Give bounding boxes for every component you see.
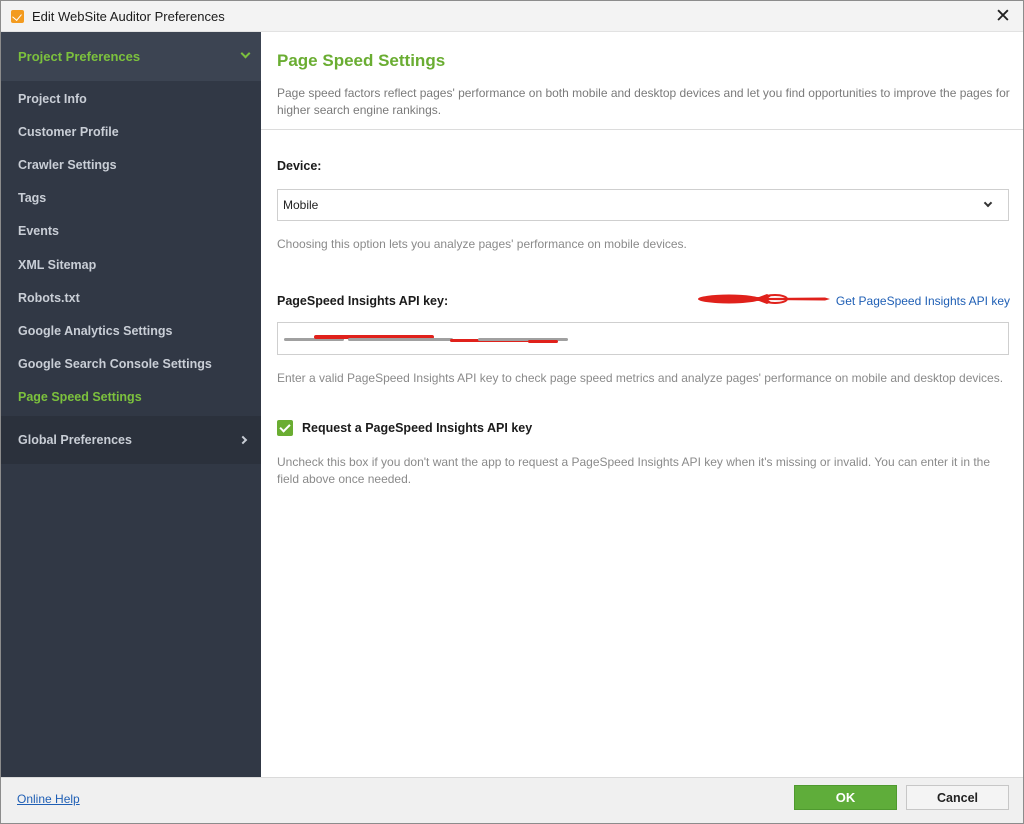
settings-panel: Page Speed Settings Page speed factors r… <box>261 32 1023 777</box>
redaction-mark <box>528 340 558 343</box>
sidebar-item-robots-txt[interactable]: Robots.txt <box>1 281 261 314</box>
device-label: Device: <box>277 159 322 173</box>
api-key-hint: Enter a valid PageSpeed Insights API key… <box>277 371 1004 385</box>
sidebar-item-crawler-settings[interactable]: Crawler Settings <box>1 148 261 181</box>
sidebar-item-google-analytics-settings[interactable]: Google Analytics Settings <box>1 314 261 347</box>
api-key-input[interactable] <box>277 322 1009 355</box>
sidebar-item-project-info[interactable]: Project Info <box>1 82 261 115</box>
panel-header: Page Speed Settings Page speed factors r… <box>261 32 1023 130</box>
chevron-down-icon <box>983 198 993 208</box>
sidebar: Project Preferences Project Info Custome… <box>1 32 261 777</box>
chevron-right-icon <box>238 435 248 445</box>
sidebar-item-xml-sitemap[interactable]: XML Sitemap <box>1 248 261 281</box>
page-title: Page Speed Settings <box>277 51 446 70</box>
sidebar-item-tags[interactable]: Tags <box>1 182 261 215</box>
annotation-arrow-icon <box>698 294 830 304</box>
sidebar-item-page-speed-settings[interactable]: Page Speed Settings <box>1 381 261 414</box>
close-icon[interactable]: ✕ <box>991 5 1015 27</box>
checkbox-checked-icon[interactable] <box>277 420 293 436</box>
ok-button[interactable]: OK <box>794 785 897 810</box>
page-description: Page speed factors reflect pages' perfor… <box>277 86 1010 117</box>
title-bar: Edit WebSite Auditor Preferences ✕ <box>1 1 1023 32</box>
preferences-window: Edit WebSite Auditor Preferences ✕ Proje… <box>0 0 1024 824</box>
request-api-key-label: Request a PageSpeed Insights API key <box>302 421 533 435</box>
get-api-key-link[interactable]: Get PageSpeed Insights API key <box>836 294 1010 308</box>
dialog-footer: Online Help OK Cancel <box>1 777 1023 823</box>
sidebar-global-label: Global Preferences <box>18 433 132 447</box>
sidebar-group-project-preferences[interactable]: Project Preferences <box>1 32 261 81</box>
device-hint: Choosing this option lets you analyze pa… <box>277 237 687 251</box>
sidebar-group-global-preferences[interactable]: Global Preferences <box>1 416 261 464</box>
chevron-down-icon <box>240 48 251 59</box>
api-key-label: PageSpeed Insights API key: <box>277 294 449 308</box>
device-select-value: Mobile <box>283 198 319 212</box>
request-api-key-hint: Uncheck this box if you don't want the a… <box>277 455 991 486</box>
sidebar-group-label: Project Preferences <box>18 49 141 64</box>
cancel-button[interactable]: Cancel <box>906 785 1009 810</box>
sidebar-item-google-search-console-settings[interactable]: Google Search Console Settings <box>1 348 261 381</box>
request-api-key-checkbox-row[interactable]: Request a PageSpeed Insights API key <box>277 420 532 436</box>
window-title: Edit WebSite Auditor Preferences <box>32 8 225 24</box>
app-logo-icon <box>11 9 24 23</box>
redacted-text <box>348 338 453 341</box>
sidebar-item-customer-profile[interactable]: Customer Profile <box>1 115 261 148</box>
device-select[interactable]: Mobile <box>277 189 1009 221</box>
sidebar-item-events[interactable]: Events <box>1 215 261 248</box>
online-help-link[interactable]: Online Help <box>17 792 80 806</box>
sidebar-item-list: Project Info Customer Profile Crawler Se… <box>1 81 261 414</box>
